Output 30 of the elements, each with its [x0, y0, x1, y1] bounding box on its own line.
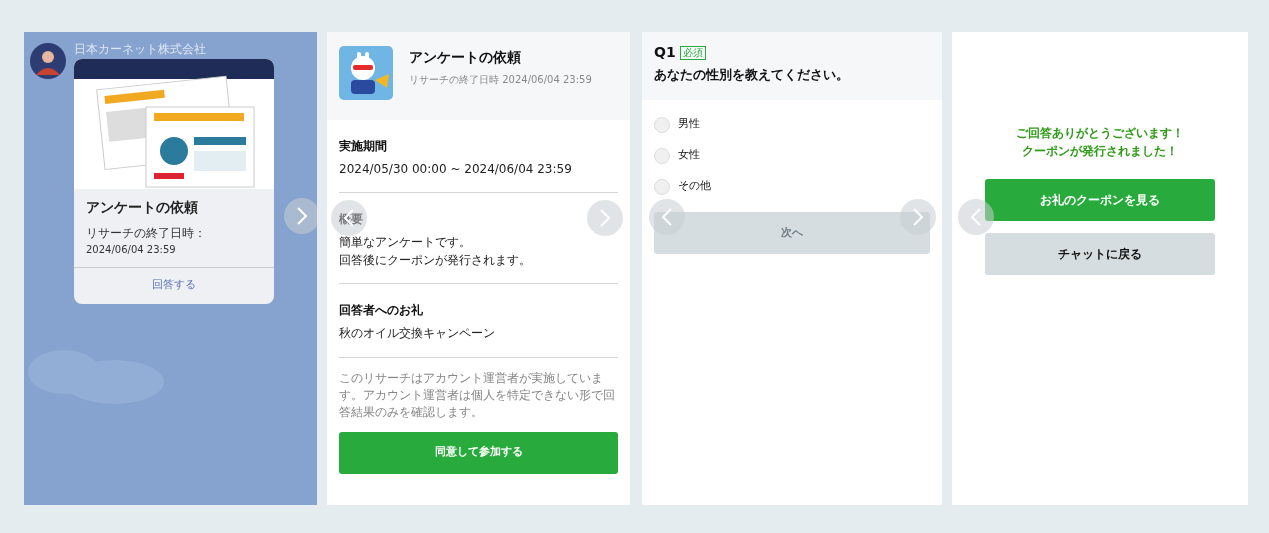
card-subtitle: リサーチの終了日時： — [86, 225, 207, 242]
notice-text: このリサーチはアカウント運営者が実施しています。アカウント運営者は個人を特定できない形で回答結果のみを確認します。 — [339, 369, 616, 422]
required-badge: 必須 — [679, 45, 706, 60]
card-title: アンケートの依頼 — [86, 198, 199, 217]
answer-link[interactable]: 回答する — [74, 267, 274, 304]
avatar — [30, 43, 66, 79]
sender-name: 日本カーネット株式会社 — [74, 43, 207, 55]
option-label: その他 — [678, 178, 711, 195]
option-label: 男性 — [678, 116, 700, 133]
section-text: 簡単なアンケートです。 — [339, 234, 472, 252]
section-text: 2024/05/30 00:00 ~ 2024/06/04 23:59 — [339, 161, 573, 178]
radio-option[interactable]: その他 — [654, 171, 930, 202]
card-date: 2024/06/04 23:59 — [86, 243, 177, 257]
completion-message: クーポンが発行されました！ — [1021, 143, 1179, 160]
section-text: 回答後にクーポンが発行されます。 — [339, 251, 532, 269]
radio-button[interactable] — [654, 147, 670, 164]
question-text: あなたの性別を教えてください。 — [654, 66, 850, 84]
radio-option[interactable]: 女性 — [654, 140, 930, 171]
radio-button[interactable] — [654, 116, 670, 133]
back-to-chat-button[interactable]: チャットに戻る — [985, 233, 1215, 275]
survey-title: アンケートの依頼 — [409, 48, 522, 67]
section-text: 秋のオイル交換キャンペーン — [339, 325, 496, 343]
option-label: 女性 — [678, 147, 700, 164]
radio-option[interactable]: 男性 — [654, 109, 930, 140]
completion-message: ご回答ありがとうございます！ — [1016, 125, 1184, 142]
section-heading: 実施期間 — [339, 138, 388, 155]
question-number: Q1 — [654, 43, 676, 62]
radio-button[interactable] — [654, 178, 670, 195]
section-heading: 回答者へのお礼 — [339, 302, 424, 320]
deadline-text: リサーチの終了日時 2024/06/04 23:59 — [409, 73, 592, 87]
